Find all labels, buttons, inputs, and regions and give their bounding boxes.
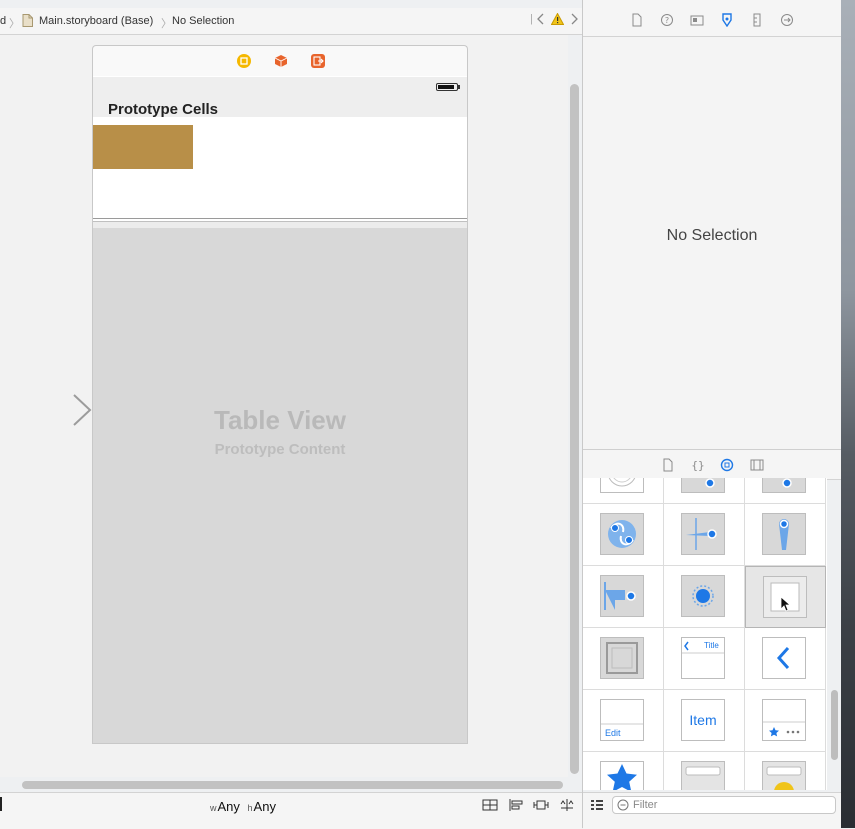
breadcrumb-project[interactable]: d: [0, 15, 6, 27]
library-item-navigation-item[interactable]: [745, 628, 826, 690]
width-class: Any: [217, 799, 240, 814]
chevron-right-icon[interactable]: [570, 13, 578, 28]
breadcrumb-separator: 〉: [161, 18, 172, 30]
cell-separator: [93, 221, 467, 228]
exit-icon[interactable]: [311, 54, 325, 68]
align-icon[interactable]: [508, 798, 524, 812]
height-class: Any: [253, 799, 276, 814]
library-edit-label: Edit: [605, 728, 621, 738]
library-item-screen-edge-pan[interactable]: [583, 566, 664, 628]
table-view[interactable]: [93, 228, 467, 743]
desktop-background: [841, 0, 855, 828]
object-thumbnail: [681, 478, 725, 493]
connections-inspector-icon[interactable]: [780, 13, 794, 27]
document-outline-toggle[interactable]: [0, 797, 2, 811]
object-library-icon[interactable]: [720, 458, 734, 472]
identity-inspector-icon[interactable]: [690, 13, 704, 27]
resolve-issues-icon[interactable]: [559, 798, 575, 812]
first-responder-icon[interactable]: [274, 54, 288, 68]
library-item-container-view[interactable]: [583, 628, 664, 690]
object-thumbnail: [762, 761, 806, 790]
library-item-tap-gesture[interactable]: [664, 566, 745, 628]
table-view-sublabel: Prototype Content: [214, 441, 346, 458]
size-class-control[interactable]: wAny hAny: [210, 799, 276, 814]
library-item-toolbar[interactable]: Edit: [583, 690, 664, 752]
jump-bar: d 〉 Main.storyboard (Base) 〉 No Selectio…: [0, 8, 582, 35]
library-item-rotation-gesture[interactable]: [583, 504, 664, 566]
library-item-tab-bar[interactable]: [745, 690, 826, 752]
inspector-tab-bar: ?: [583, 0, 841, 37]
scene-dock: [92, 45, 468, 77]
table-view-label: Table View: [214, 405, 346, 435]
status-bar: [93, 77, 467, 97]
library-tab-bar: [583, 449, 841, 480]
object-thumbnail: [681, 575, 725, 617]
library-item-search-bar[interactable]: [664, 752, 745, 790]
battery-tip: [458, 85, 460, 89]
cell-separator: [93, 218, 467, 219]
pin-icon[interactable]: [533, 798, 549, 812]
library-item-bar-button-item[interactable]: Item: [664, 690, 745, 752]
view-controller-icon[interactable]: [237, 54, 251, 68]
library-item-long-press-gesture[interactable]: [745, 504, 826, 566]
object-thumbnail: Edit: [600, 699, 644, 741]
canvas-horizontal-scrollbar[interactable]: [22, 781, 563, 789]
object-thumbnail: [763, 576, 807, 618]
object-thumbnail: [600, 761, 644, 790]
attributes-inspector-icon[interactable]: [720, 13, 734, 28]
object-thumbnail: [600, 637, 644, 679]
library-title-label: Title: [704, 641, 719, 650]
prototype-cell-image[interactable]: [93, 125, 193, 169]
filter-icon: [617, 799, 629, 814]
library-item-tab-bar-item[interactable]: [583, 752, 664, 790]
library-item-pinch-gesture[interactable]: [664, 504, 745, 566]
filter-placeholder: Filter: [633, 799, 658, 811]
height-prefix: h: [247, 803, 253, 813]
file-template-library-icon[interactable]: [661, 458, 675, 472]
size-inspector-icon[interactable]: [750, 13, 764, 27]
object-thumbnail: Title: [681, 637, 725, 679]
breadcrumb-selection[interactable]: No Selection: [172, 15, 234, 27]
object-library-grid[interactable]: Title Edit Item: [583, 478, 827, 790]
file-inspector-icon[interactable]: [630, 13, 644, 27]
object-thumbnail: [762, 637, 806, 679]
code-snippet-library-icon[interactable]: {}: [691, 458, 705, 472]
inspector-empty-message: No Selection: [666, 227, 758, 244]
breadcrumb-separator: 〉: [9, 18, 20, 30]
object-thumbnail: [762, 513, 806, 555]
svg-text:{}: {}: [691, 459, 704, 472]
library-filter-input[interactable]: Filter: [612, 796, 836, 814]
library-item-label: Item: [689, 712, 717, 728]
object-thumbnail: [762, 699, 806, 741]
battery-icon: [436, 83, 458, 91]
svg-text:?: ?: [665, 16, 669, 25]
object-thumbnail: [600, 478, 644, 493]
library-scrollbar[interactable]: [831, 690, 838, 760]
media-library-icon[interactable]: [750, 458, 764, 472]
object-thumbnail: [600, 575, 644, 617]
chevron-left-icon[interactable]: [537, 13, 545, 28]
library-item-pan-gesture[interactable]: [664, 478, 745, 504]
jump-bar-divider: |: [530, 13, 533, 25]
object-thumbnail: [600, 513, 644, 555]
library-item-button[interactable]: [583, 478, 664, 504]
library-item-search-display[interactable]: [745, 752, 826, 790]
breadcrumb-storyboard[interactable]: Main.storyboard (Base): [39, 15, 153, 27]
prototype-cells-header: Prototype Cells: [108, 101, 219, 118]
object-thumbnail: Item: [681, 699, 725, 741]
warning-icon[interactable]: [550, 12, 565, 28]
canvas-vertical-scrollbar[interactable]: [570, 84, 579, 774]
library-item-swipe-gesture[interactable]: [745, 478, 826, 504]
object-thumbnail: [762, 478, 806, 493]
list-view-icon[interactable]: [590, 798, 604, 816]
width-prefix: w: [210, 803, 217, 813]
object-thumbnail: [681, 513, 725, 555]
library-item-navigation-bar[interactable]: Title: [664, 628, 745, 690]
storyboard-file-icon: [22, 14, 33, 30]
library-item-view[interactable]: [745, 566, 826, 628]
initial-view-controller-arrow-icon[interactable]: [2, 393, 94, 427]
object-thumbnail: [681, 761, 725, 790]
quick-help-icon[interactable]: ?: [660, 13, 674, 27]
stack-icon[interactable]: [482, 798, 498, 812]
